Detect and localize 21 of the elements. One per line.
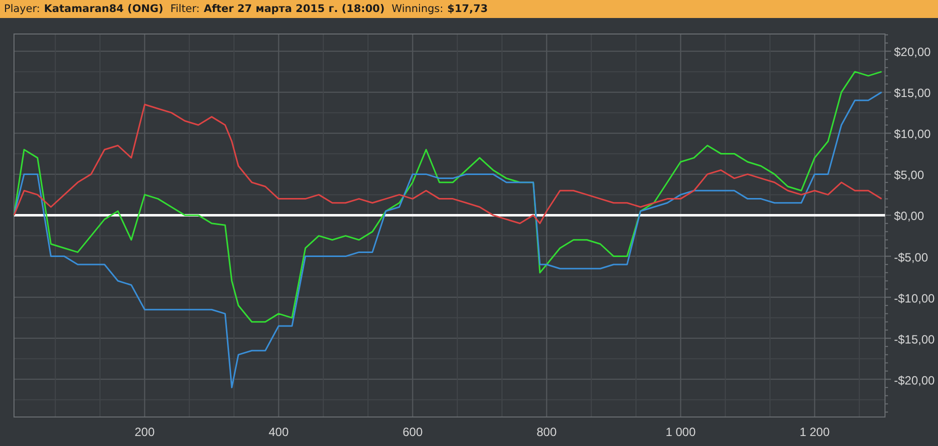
field-value: Katamaran84 (ONG) — [44, 3, 164, 15]
field-label: Winnings: — [392, 3, 444, 15]
field-value: After 27 марта 2015 г. (18:00) — [204, 3, 385, 15]
y-axis-label: $5,00 — [894, 168, 924, 182]
field-label: Filter: — [170, 3, 200, 15]
x-axis-label: 600 — [402, 425, 423, 439]
y-axis-label: $20,00 — [894, 45, 931, 60]
x-axis-label: 400 — [268, 425, 289, 439]
y-axis-label: -$15,00 — [894, 332, 935, 346]
y-axis-label: $15,00 — [894, 86, 931, 100]
y-axis-label: $10,00 — [894, 127, 931, 142]
field-label: Player: — [4, 3, 40, 15]
x-axis-label: 1 200 — [800, 425, 830, 439]
x-axis-label: 200 — [134, 425, 155, 439]
x-axis-label: 800 — [536, 425, 557, 439]
field-value: $17,73 — [447, 3, 488, 15]
y-axis-label: $0,00 — [894, 209, 924, 224]
y-axis-label: -$5,00 — [894, 250, 928, 264]
y-axis-label: -$10,00 — [894, 291, 935, 306]
y-axis-label: -$20,00 — [894, 373, 935, 388]
x-axis-label: 1 000 — [666, 425, 696, 439]
